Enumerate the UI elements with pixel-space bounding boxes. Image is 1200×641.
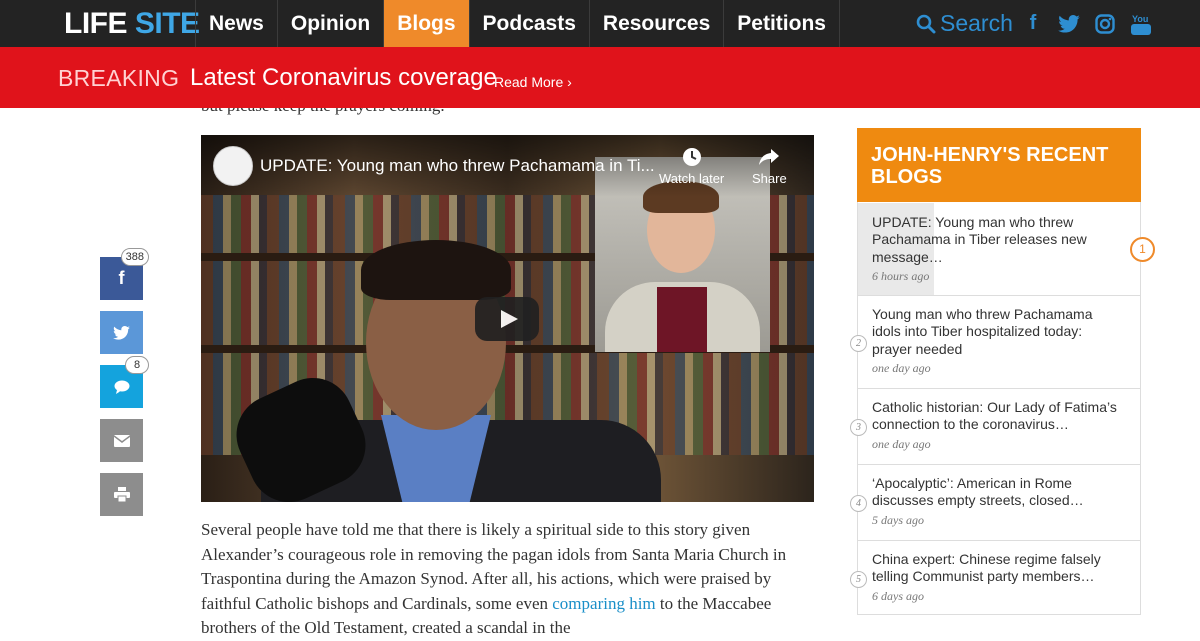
recent-blog-number: 2 [850, 335, 867, 352]
recent-blog-title[interactable]: ‘Apocalyptic’: American in Rome discusse… [872, 475, 1124, 510]
recent-blog-title[interactable]: China expert: Chinese regime falsely tel… [872, 551, 1124, 586]
comment-bubble-icon [114, 380, 129, 394]
nav-item-resources[interactable]: Resources [588, 0, 723, 47]
svg-text:You: You [1132, 14, 1148, 24]
envelope-icon [113, 434, 130, 447]
watch-later-button[interactable]: Watch later [659, 147, 724, 186]
sidebar-heading: JOHN-HENRY'S RECENT BLOGS [857, 128, 1141, 202]
clock-icon [682, 148, 701, 166]
recent-blog-number: 4 [850, 495, 867, 512]
inset-sweater [657, 287, 707, 352]
nav-item-podcasts[interactable]: Podcasts [468, 0, 589, 47]
facebook-icon: f [118, 268, 125, 288]
facebook-share-count: 388 [120, 248, 149, 266]
facebook-share-button[interactable]: f 388 [100, 248, 149, 300]
instagram-icon[interactable] [1094, 13, 1116, 35]
recent-blog-item[interactable]: 5 China expert: Chinese regime falsely t… [850, 541, 1140, 615]
recent-blog-time: 6 days ago [872, 588, 924, 603]
breaking-news-bar: BREAKING Latest Coronavirus coverage Rea… [0, 47, 1200, 108]
recent-blog-number-active: 1 [1130, 237, 1155, 262]
nav-item-opinion[interactable]: Opinion [276, 0, 383, 47]
article-body-paragraph: Several people have told me that there i… [201, 518, 813, 641]
recent-blog-item[interactable]: 3 Catholic historian: Our Lady of Fatima… [850, 389, 1140, 465]
facebook-icon[interactable]: f [1022, 12, 1044, 35]
recent-blog-time: 5 days ago [872, 512, 924, 527]
search-button[interactable]: Search [916, 0, 1013, 47]
search-label: Search [940, 10, 1013, 36]
twitter-share-button[interactable] [100, 311, 143, 354]
nav-item-petitions[interactable]: Petitions [723, 0, 840, 47]
recent-blogs-sidebar: JOHN-HENRY'S RECENT BLOGS UPDATE: Young … [850, 128, 1141, 615]
recent-blog-item[interactable]: 2 Young man who threw Pachamama idols in… [850, 296, 1140, 389]
recent-blog-time: 6 hours ago [872, 268, 930, 283]
email-share-button[interactable] [100, 419, 143, 462]
social-links: f You [1022, 0, 1152, 47]
recent-blog-item[interactable]: UPDATE: Young man who threw Pachamama in… [858, 203, 1140, 296]
comparing-him-link[interactable]: comparing him [552, 594, 655, 613]
nav-item-news[interactable]: News [195, 0, 277, 47]
site-logo[interactable]: LIFE SITE [64, 6, 200, 42]
video-share-button[interactable]: Share [752, 147, 787, 186]
watch-later-label: Watch later [659, 171, 725, 186]
main-menu: News Opinion Blogs Podcasts Resources Pe… [195, 0, 840, 47]
recent-blog-title[interactable]: Catholic historian: Our Lady of Fatima’s… [872, 399, 1124, 434]
video-presenter-hair [361, 240, 511, 300]
print-button[interactable] [100, 473, 143, 516]
video-title[interactable]: UPDATE: Young man who threw Pachamama in… [260, 156, 655, 176]
comment-count: 8 [125, 356, 149, 374]
breaking-label: BREAKING [58, 65, 180, 91]
play-button[interactable] [475, 297, 539, 341]
channel-avatar[interactable] [213, 146, 253, 186]
twitter-icon[interactable] [1058, 13, 1080, 35]
printer-icon [113, 487, 130, 502]
recent-blog-time: one day ago [872, 436, 931, 451]
share-arrow-icon [759, 149, 780, 165]
search-icon [916, 14, 936, 33]
breaking-headline-link[interactable]: Latest Coronavirus coverage [190, 64, 497, 92]
twitter-icon [113, 325, 130, 340]
read-more-link[interactable]: Read More › [494, 74, 572, 90]
recent-blog-time: one day ago [872, 360, 931, 375]
share-label: Share [752, 171, 787, 186]
recent-blog-number: 3 [850, 419, 867, 436]
logo-site-text: SITE [134, 7, 200, 40]
nav-item-blogs[interactable]: Blogs [383, 0, 469, 47]
comments-button[interactable]: 8 [100, 356, 149, 408]
top-navigation: LIFE SITE News Opinion Blogs Podcasts Re… [0, 0, 1200, 47]
logo-life-text: LIFE [64, 7, 128, 40]
recent-blog-title[interactable]: UPDATE: Young man who threw Pachamama in… [872, 214, 1124, 266]
recent-blog-item[interactable]: 4 ‘Apocalyptic’: American in Rome discus… [850, 465, 1140, 541]
recent-blog-title[interactable]: Young man who threw Pachamama idols into… [872, 306, 1124, 358]
recent-blog-number: 5 [850, 571, 867, 588]
youtube-icon[interactable]: You [1130, 13, 1152, 35]
video-player[interactable]: UPDATE: Young man who threw Pachamama in… [201, 135, 814, 502]
